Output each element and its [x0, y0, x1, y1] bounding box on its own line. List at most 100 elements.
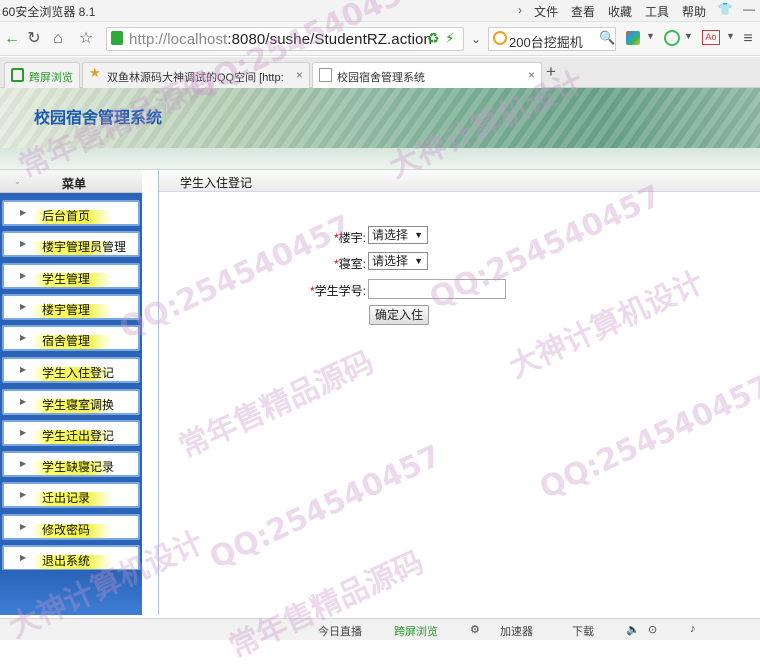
sidebar-footer [0, 570, 142, 615]
secure-shield-icon [111, 31, 123, 45]
confirm-checkin-button[interactable]: 确定入住 [369, 305, 429, 325]
system-title: 校园宿舍管理系统 [34, 110, 163, 127]
sidebar-item-students[interactable]: ▶ 学生管理 [2, 263, 140, 289]
tab-label: 双鱼林源码大神调试的QQ空间 [http: [107, 72, 284, 84]
tab-dorm-system[interactable]: 校园宿舍管理系统 × [312, 62, 542, 88]
status-download[interactable]: 下载 [572, 623, 594, 639]
dropdown-arrow-icon: ▼ [414, 230, 423, 240]
building-label: *楼宇: [286, 229, 366, 246]
tab-qq-space[interactable]: ★ 双鱼林源码大神调试的QQ空间 [http: × [82, 62, 310, 88]
shield-icon[interactable] [664, 30, 680, 46]
triangle-right-icon: ▶ [20, 365, 27, 374]
triangle-right-icon: ▶ [20, 428, 27, 437]
status-cross-screen[interactable]: 跨屏浏览 [394, 623, 438, 639]
triangle-right-icon: ▶ [20, 459, 27, 468]
search-box[interactable]: 200台挖掘机 🔍 [488, 27, 616, 51]
chevron-right-icon[interactable]: › [518, 3, 522, 17]
menu-view[interactable]: 查看 [571, 3, 595, 20]
search-engine-icon [493, 31, 507, 45]
apps-icon[interactable] [626, 31, 640, 45]
search-icon[interactable]: 🔍 [599, 30, 615, 46]
sidebar-item-label: 修改密码 [42, 523, 91, 537]
building-select[interactable]: 请选择 ▼ [368, 226, 428, 244]
shield-dropdown-icon[interactable]: ▼ [684, 31, 693, 41]
sidebar-item-logout[interactable]: ▶ 退出系统 [2, 545, 140, 571]
sidebar-item-label: 楼宇管理 [42, 303, 91, 317]
extension-icon[interactable]: ⚙ [470, 623, 480, 636]
star-icon: ★ [89, 65, 101, 80]
tab-label: 校园宿舍管理系统 [337, 72, 425, 84]
menu-file[interactable]: 文件 [534, 3, 558, 20]
room-label-text: 寝室: [338, 257, 366, 271]
sidebar-item-label: 迁出记录 [42, 491, 91, 505]
triangle-right-icon: ▶ [20, 271, 27, 280]
skin-icon[interactable]: 👕 [716, 2, 734, 20]
browser-app-title: 60安全浏览器 8.1 [2, 5, 96, 19]
back-icon[interactable]: ← [2, 28, 22, 50]
room-label: *寝室: [286, 255, 366, 272]
close-icon[interactable]: × [296, 68, 303, 82]
sidebar-item-room-swap[interactable]: ▶ 学生寝室调换 [2, 389, 140, 415]
recycle-icon[interactable]: ♻ [427, 30, 440, 47]
sidebar-item-moveout-records[interactable]: ▶ 迁出记录 [2, 482, 140, 508]
triangle-right-icon: ▶ [20, 553, 27, 562]
browser-nav-bar: ← ↻ ⌂ ☆ http://localhost:8080/sushe/Stud… [0, 22, 760, 56]
menu-tools[interactable]: 工具 [645, 3, 669, 20]
sidebar-menu-title: 菜单 [62, 177, 87, 191]
minimize-icon[interactable]: — [740, 2, 758, 20]
tab-cross-screen[interactable]: 跨屏浏览 [4, 62, 80, 88]
student-id-label: *学生学号: [286, 282, 366, 299]
home-icon[interactable]: ⌂ [48, 28, 68, 50]
sidebar-item-home[interactable]: ▶ 后台首页 [2, 200, 140, 226]
sidebar-item-label: 学生缺寝记录 [42, 460, 115, 474]
room-select-value: 请选择 [372, 254, 409, 268]
sidebar-item-label: 学生迁出登记 [42, 429, 115, 443]
zoom-icon[interactable]: ⊙ [648, 623, 657, 636]
triangle-right-icon: ▶ [20, 239, 27, 248]
triangle-right-icon: ▶ [20, 208, 27, 217]
room-select[interactable]: 请选择 ▼ [368, 252, 428, 270]
sidebar-item-dorms[interactable]: ▶ 宿舍管理 [2, 325, 140, 351]
mute-icon[interactable]: 🔈 [626, 623, 640, 636]
status-live[interactable]: 今日直播 [318, 623, 362, 639]
refresh-icon[interactable]: ↻ [24, 28, 44, 50]
collapse-chevron-icon[interactable]: ⌄ [14, 177, 21, 186]
menu-help[interactable]: 帮助 [682, 3, 706, 20]
menu-icon[interactable]: ≡ [738, 28, 758, 50]
menu-favorites[interactable]: 收藏 [608, 3, 632, 20]
volume-icon[interactable]: ♪ [690, 623, 696, 635]
sidebar-item-buildings[interactable]: ▶ 楼宇管理 [2, 294, 140, 320]
triangle-right-icon: ▶ [20, 490, 27, 499]
building-label-text: 楼宇: [338, 231, 366, 245]
student-id-input[interactable] [368, 279, 506, 299]
speed-icon[interactable]: ⚡ [445, 30, 455, 47]
status-accelerator[interactable]: 加速器 [500, 623, 533, 639]
building-select-value: 请选择 [372, 228, 409, 242]
tab-label: 跨屏浏览 [29, 72, 73, 84]
sidebar-item-change-password[interactable]: ▶ 修改密码 [2, 514, 140, 540]
browser-title-bar: 60安全浏览器 8.1 › 文件 查看 收藏 工具 帮助 👕 — [0, 0, 760, 22]
triangle-right-icon: ▶ [20, 397, 27, 406]
close-icon[interactable]: × [528, 68, 535, 82]
star-icon[interactable]: ☆ [76, 28, 96, 50]
triangle-right-icon: ▶ [20, 302, 27, 311]
sidebar-item-label: 学生寝室调换 [42, 398, 115, 412]
sidebar-item-absence-records[interactable]: ▶ 学生缺寝记录 [2, 451, 140, 477]
page-icon [319, 68, 332, 82]
url-host: http://localhost [129, 31, 228, 48]
new-tab-button[interactable]: + [546, 62, 556, 82]
tab-strip: 跨屏浏览 ★ 双鱼林源码大神调试的QQ空间 [http: × 校园宿舍管理系统 … [0, 57, 760, 88]
apps-dropdown-icon[interactable]: ▼ [646, 31, 655, 41]
dropdown-chevron-icon[interactable]: ⌄ [466, 28, 486, 50]
sidebar-item-label: 学生入住登记 [42, 366, 115, 380]
translate-dropdown-icon[interactable]: ▼ [726, 31, 735, 41]
sidebar-item-check-in[interactable]: ▶ 学生入住登记 [2, 357, 140, 383]
browser-status-bar: 今日直播 跨屏浏览 ⚙ 加速器 下载 🔈 ⊙ ♪ [0, 618, 760, 640]
dropdown-arrow-icon: ▼ [414, 256, 423, 266]
search-input[interactable]: 200台挖掘机 [509, 32, 583, 51]
translate-icon[interactable]: Ao [702, 30, 720, 45]
address-bar[interactable]: http://localhost:8080/sushe/StudentRZ.ac… [106, 27, 464, 51]
triangle-right-icon: ▶ [20, 333, 27, 342]
sidebar-item-check-out[interactable]: ▶ 学生迁出登记 [2, 420, 140, 446]
sidebar-item-building-admins[interactable]: ▶ 楼宇管理员管理 [2, 231, 140, 257]
